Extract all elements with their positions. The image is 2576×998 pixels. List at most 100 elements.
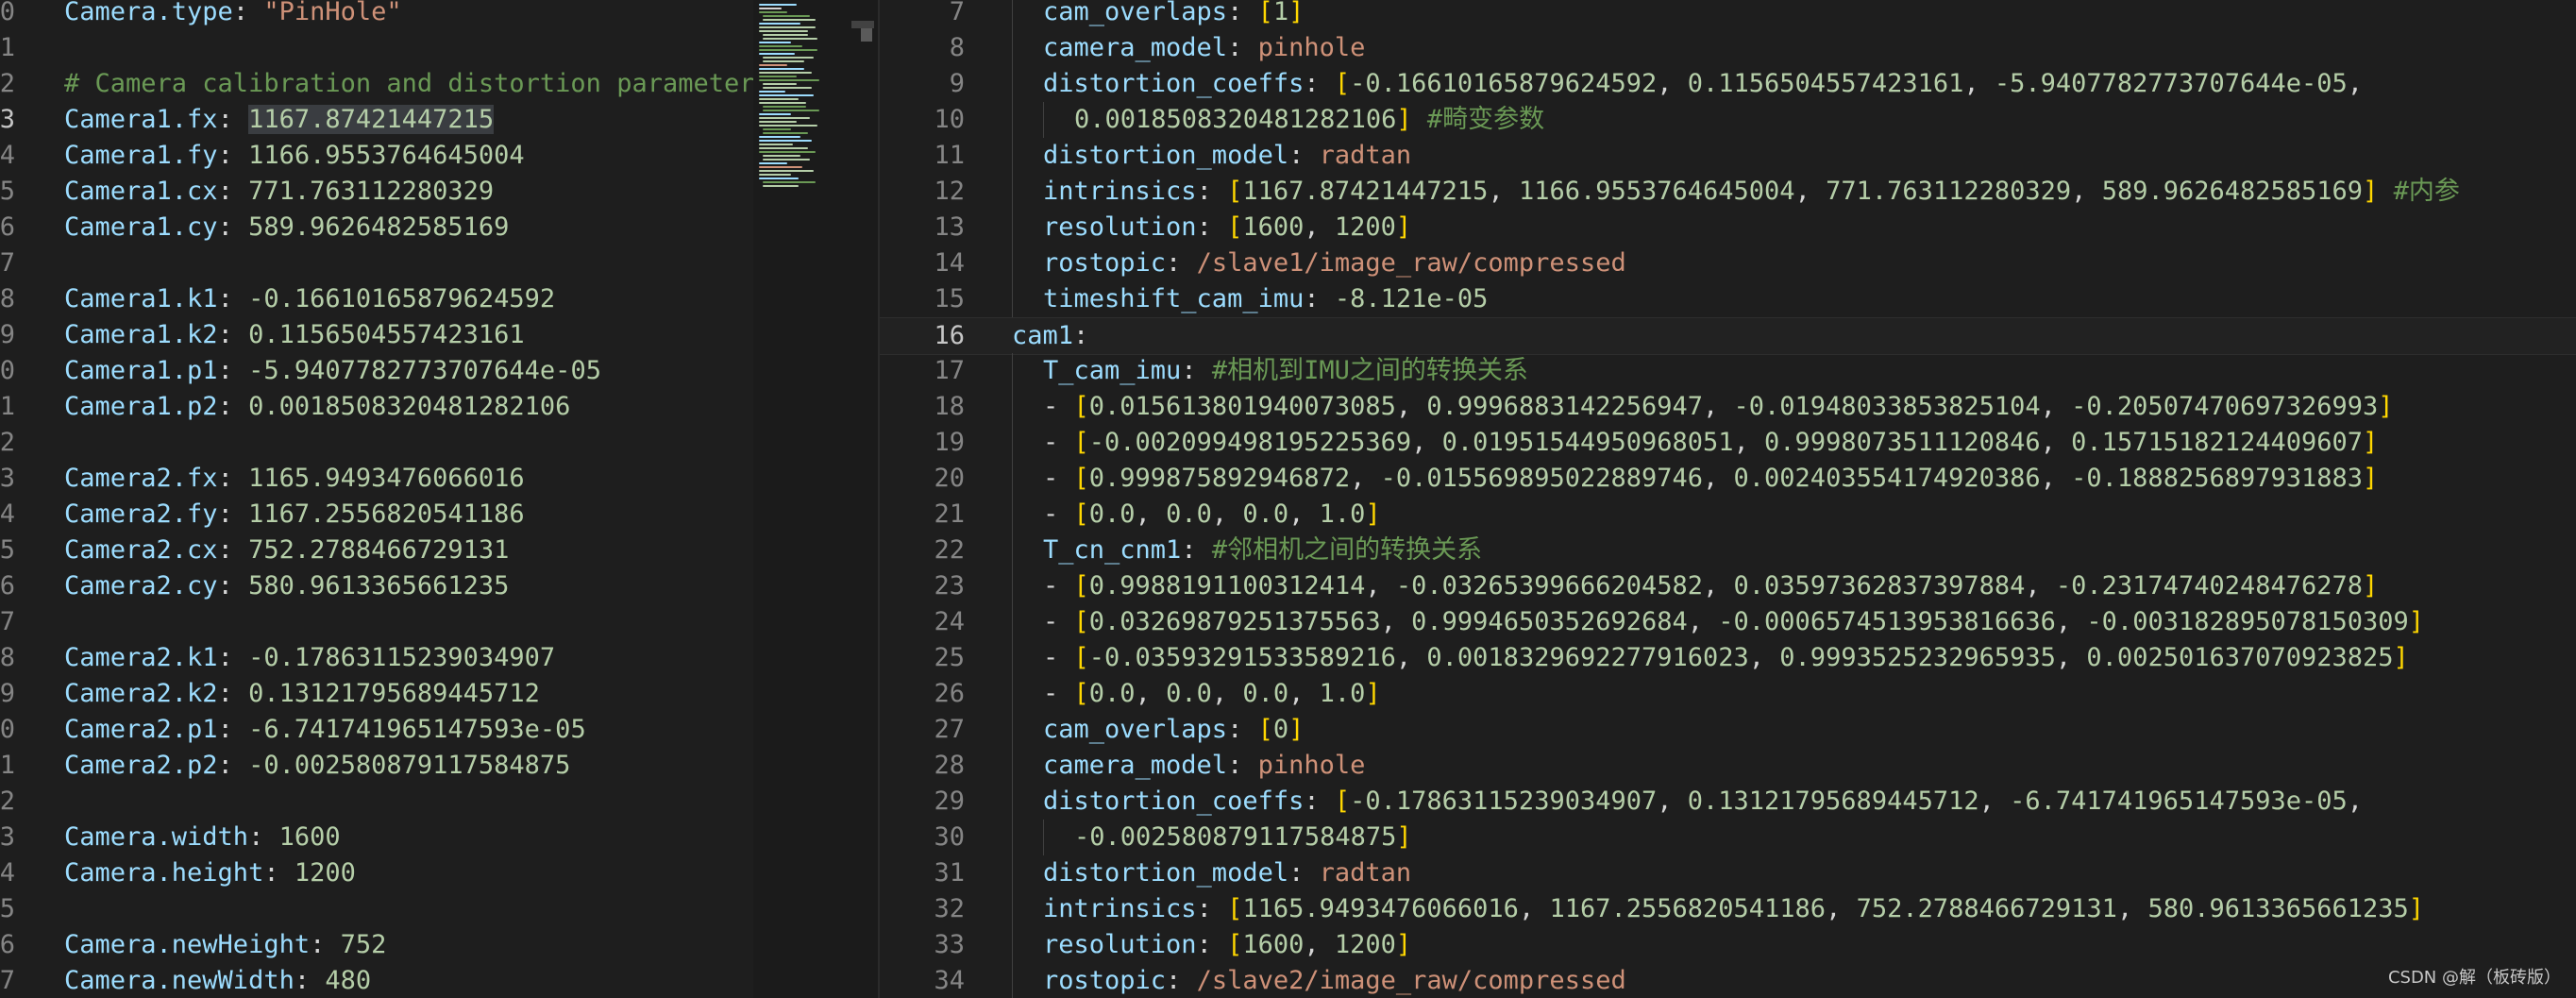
line-number: 5: [0, 177, 15, 206]
code-line[interactable]: 2 # Camera calibration and distortion par…: [0, 66, 753, 102]
code-line[interactable]: 8 camera_model: pinhole: [880, 30, 2576, 66]
code-line[interactable]: 7: [0, 245, 753, 281]
yaml-key: intrinsics: [1043, 177, 1197, 206]
code-line[interactable]: 16 cam1:: [880, 317, 2576, 355]
bracket: [: [1073, 464, 1089, 493]
number-value: 1167.87421447215: [1242, 177, 1489, 206]
code-line[interactable]: 2: [0, 784, 753, 820]
code-line[interactable]: 14 rostopic: /slave1/image_raw/compressed: [880, 245, 2576, 281]
code-line[interactable]: 15 timeshift_cam_imu: -8.121e-05: [880, 281, 2576, 317]
minimap-line: [759, 4, 797, 6]
number-value: -0.03265399666204582: [1395, 571, 1704, 600]
code-line[interactable]: 7 Camera.newWidth: 480: [0, 963, 753, 998]
line-number: 3: [0, 464, 15, 493]
line-content: T_cn_cnm1: #邻相机之间的转换关系: [1043, 533, 1482, 568]
bracket: [: [1073, 607, 1089, 636]
code-line[interactable]: 29 distortion_coeffs: [-0.178631152390349…: [880, 784, 2576, 820]
minimap-line: [759, 151, 816, 153]
code-line[interactable]: 10 0.0018508320481282106] #畸变参数: [880, 102, 2576, 138]
code-line[interactable]: 33 resolution: [1600, 1200]: [880, 927, 2576, 963]
code-line[interactable]: 22 T_cn_cnm1: #邻相机之间的转换关系: [880, 533, 2576, 568]
right-editor-pane[interactable]: 7 cam_overlaps: [1] 8 camera_model: pinhole…: [880, 0, 2576, 998]
code-line[interactable]: 24 - [0.03269879251375563, 0.999465035269…: [880, 604, 2576, 640]
line-content: distortion_coeffs: [-0.16610165879624592…: [1043, 66, 2363, 102]
code-line[interactable]: 6 Camera2.cy: 580.9613365661235: [0, 568, 753, 604]
code-line[interactable]: 27 cam_overlaps: [0]: [880, 712, 2576, 748]
code-line[interactable]: 21 - [0.0, 0.0, 0.0, 1.0]: [880, 497, 2576, 533]
code-line[interactable]: 26 - [0.0, 0.0, 0.0, 1.0]: [880, 676, 2576, 712]
punctuation: ,: [1733, 428, 1765, 457]
line-number: 8: [0, 284, 15, 313]
code-line[interactable]: 3 Camera1.fx: 1167.87421447215: [0, 102, 753, 138]
code-line[interactable]: 3 Camera2.fx: 1165.9493476066016: [0, 461, 753, 497]
code-line[interactable]: 5 Camera2.cx: 752.2788466729131: [0, 533, 753, 568]
code-line[interactable]: 28 camera_model: pinhole: [880, 748, 2576, 784]
code-line[interactable]: 6 Camera.newHeight: 752: [0, 927, 753, 963]
code-line[interactable]: 30 -0.002580879117584875]: [880, 820, 2576, 855]
line-content: - [-0.002099498195225369, 0.019515449509…: [1043, 425, 2378, 461]
code-line[interactable]: 9 Camera1.k2: 0.1156504557423161: [0, 317, 753, 353]
yaml-key: Camera1.p1: [64, 356, 218, 385]
bracket: [: [1227, 177, 1243, 206]
code-line[interactable]: 8 Camera1.k1: -0.16610165879624592: [0, 281, 753, 317]
code-line[interactable]: 31 distortion_model: radtan: [880, 855, 2576, 891]
code-line[interactable]: 1: [0, 30, 753, 66]
punctuation: ,: [1963, 69, 1995, 98]
code-line[interactable]: 18 - [0.015613801940073085, 0.99968831422…: [880, 389, 2576, 425]
code-line[interactable]: 23 - [0.9988191100312414, -0.032653996662…: [880, 568, 2576, 604]
number-value: -0.015569895022889746: [1380, 464, 1704, 493]
number-value: 0.9993525232965935: [1779, 643, 2056, 672]
minimap-line: [759, 144, 793, 145]
code-line[interactable]: 19 - [-0.002099498195225369, 0.0195154495…: [880, 425, 2576, 461]
code-line[interactable]: 17 T_cam_imu: #相机到IMU之间的转换关系: [880, 353, 2576, 389]
line-content: distortion_model: radtan: [1043, 138, 1411, 174]
code-line[interactable]: 4 Camera1.fy: 1166.9553764645004: [0, 138, 753, 174]
code-line[interactable]: 3 Camera.width: 1600: [0, 820, 753, 855]
bracket: ]: [2363, 177, 2379, 206]
line-content: camera_model: pinhole: [1043, 748, 1365, 784]
line-number: 11: [934, 141, 965, 170]
code-line[interactable]: 9 distortion_coeffs: [-0.1661016587962459…: [880, 66, 2576, 102]
yaml-key: Camera1.cx: [64, 177, 218, 206]
number-value: -0.20507470697326993: [2071, 392, 2379, 421]
code-line[interactable]: 4 Camera.height: 1200: [0, 855, 753, 891]
left-editor-pane[interactable]: 0 Camera.type: "PinHole" 1 2 # Camera calibr…: [0, 0, 753, 998]
line-content: rostopic: /slave2/image_raw/compressed: [1043, 963, 1626, 998]
code-line[interactable]: 6 Camera1.cy: 589.9626482585169: [0, 210, 753, 245]
code-line[interactable]: 1 Camera2.p2: -0.002580879117584875: [0, 748, 753, 784]
minimap-line: [763, 128, 791, 130]
code-line[interactable]: 0 Camera2.p1: -6.741741965147593e-05: [0, 712, 753, 748]
punctuation: :: [217, 356, 249, 385]
code-line[interactable]: 34 rostopic: /slave2/image_raw/compressed: [880, 963, 2576, 998]
punctuation: ,: [1211, 679, 1243, 708]
code-line[interactable]: 1 Camera1.p2: 0.0018508320481282106: [0, 389, 753, 425]
bracket: ]: [2363, 464, 2379, 493]
code-line[interactable]: 4 Camera2.fy: 1167.2556820541186: [0, 497, 753, 533]
code-line[interactable]: 2: [0, 425, 753, 461]
code-line[interactable]: 25 - [-0.03593291533589216, 0.00183296922…: [880, 640, 2576, 676]
code-line[interactable]: 8 Camera2.k1: -0.17863115239034907: [0, 640, 753, 676]
scrollbar-thumb[interactable]: [851, 21, 874, 28]
number-value: -0.01948033853825104: [1733, 392, 2041, 421]
code-line[interactable]: 13 resolution: [1600, 1200]: [880, 210, 2576, 245]
code-line[interactable]: 11 distortion_model: radtan: [880, 138, 2576, 174]
code-line[interactable]: 32 intrinsics: [1165.9493476066016, 1167.…: [880, 891, 2576, 927]
yaml-key: T_cam_imu: [1043, 356, 1182, 385]
punctuation: :: [217, 464, 249, 493]
code-line[interactable]: 5: [0, 891, 753, 927]
code-line[interactable]: 0 Camera.type: "PinHole": [0, 0, 753, 30]
number-value: -6.741741965147593e-05: [2010, 787, 2348, 816]
line-number: 8: [0, 643, 15, 672]
code-line[interactable]: 7 cam_overlaps: [1]: [880, 0, 2576, 30]
indent-guide: [1043, 102, 1044, 138]
code-line[interactable]: 0 Camera1.p1: -5.9407782773707644e-05: [0, 353, 753, 389]
number-value: 0.9994650352692684: [1411, 607, 1688, 636]
code-line[interactable]: 20 - [0.999875892946872, -0.0155698950228…: [880, 461, 2576, 497]
code-line[interactable]: 7: [0, 604, 753, 640]
line-content: Camera.newHeight: 752: [64, 927, 386, 963]
code-line[interactable]: 5 Camera1.cx: 771.763112280329: [0, 174, 753, 210]
code-line[interactable]: 9 Camera2.k2: 0.13121795689445712: [0, 676, 753, 712]
line-content: Camera1.p2: 0.0018508320481282106: [64, 389, 570, 425]
minimap[interactable]: [753, 0, 878, 998]
code-line[interactable]: 12 intrinsics: [1167.87421447215, 1166.95…: [880, 174, 2576, 210]
